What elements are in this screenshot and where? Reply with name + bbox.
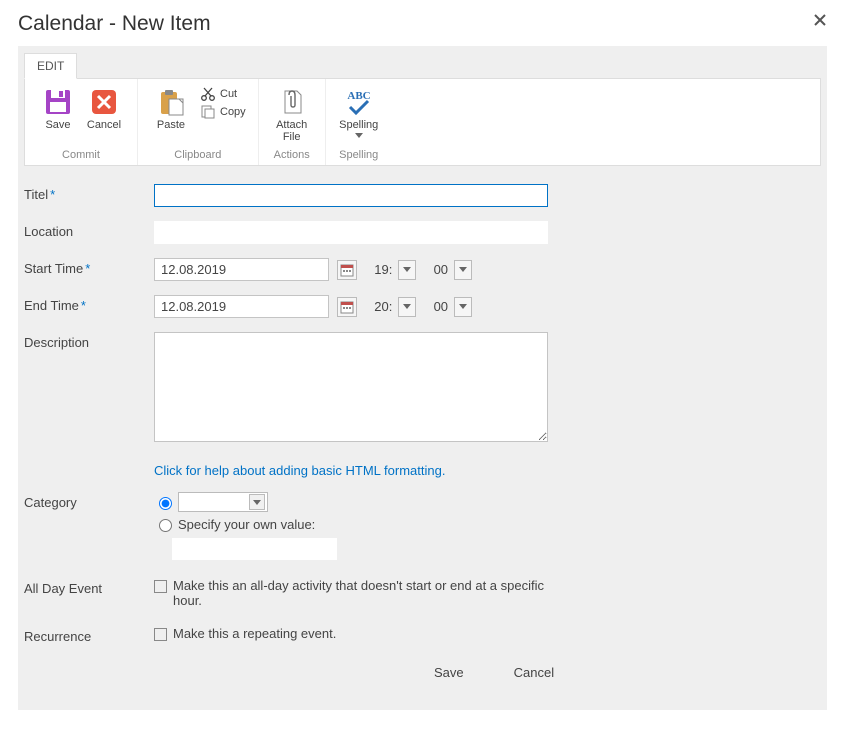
required-marker: *: [50, 187, 55, 202]
category-radio-own[interactable]: [159, 519, 172, 532]
spelling-button[interactable]: ABC Spelling: [336, 85, 382, 140]
end-min-value: 00: [434, 299, 448, 314]
save-icon: [43, 87, 73, 117]
attach-file-button[interactable]: Attach File: [269, 85, 315, 145]
close-button[interactable]: [813, 12, 827, 30]
attach-label-1: Attach: [276, 119, 307, 131]
start-date-input[interactable]: [154, 258, 329, 281]
location-input[interactable]: [154, 221, 548, 244]
save-button[interactable]: Save: [35, 85, 81, 133]
ribbon-group-label-spelling: Spelling: [336, 149, 382, 161]
cancel-button[interactable]: Cancel: [81, 85, 127, 133]
category-label: Category: [24, 492, 154, 510]
ribbon-group-actions: Attach File Actions: [259, 79, 326, 165]
cut-button[interactable]: Cut: [198, 85, 239, 103]
chevron-down-icon: [459, 304, 467, 309]
description-input[interactable]: [154, 332, 548, 442]
spelling-label: Spelling: [339, 119, 378, 131]
end-time-label: End Time*: [24, 295, 154, 313]
required-marker: *: [81, 298, 86, 313]
category-radio-select[interactable]: [159, 497, 172, 510]
chevron-down-icon: [459, 267, 467, 272]
save-label: Save: [45, 119, 70, 131]
copy-label: Copy: [220, 106, 246, 118]
attach-icon: [277, 87, 307, 117]
end-hour-select[interactable]: [398, 297, 416, 317]
end-time-label-text: End Time: [24, 298, 79, 313]
required-marker: *: [85, 261, 90, 276]
ribbon-group-commit: Save Cancel Commit: [25, 79, 138, 165]
recurrence-checkbox[interactable]: [154, 628, 167, 641]
html-help-link[interactable]: Click for help about adding basic HTML f…: [154, 463, 445, 478]
footer-save-button[interactable]: Save: [434, 665, 464, 680]
allday-label: All Day Event: [24, 578, 154, 596]
title-label: Titel*: [24, 184, 154, 202]
recurrence-text: Make this a repeating event.: [173, 626, 336, 641]
copy-icon: [200, 104, 216, 120]
end-date-input[interactable]: [154, 295, 329, 318]
category-own-label: Specify your own value:: [178, 517, 315, 532]
recurrence-label: Recurrence: [24, 626, 154, 644]
form: Titel* Location Start Time*: [18, 166, 827, 710]
title-input[interactable]: [154, 184, 548, 207]
paste-icon: [156, 87, 186, 117]
start-hour-select[interactable]: [398, 260, 416, 280]
paste-button[interactable]: Paste: [148, 85, 194, 133]
end-date-picker[interactable]: [337, 297, 357, 317]
category-select[interactable]: [178, 492, 268, 512]
description-label: Description: [24, 332, 154, 350]
ribbon: Save Cancel Commit: [24, 78, 821, 166]
close-icon: [813, 13, 827, 27]
spelling-icon: ABC: [342, 87, 376, 117]
ribbon-group-label-actions: Actions: [269, 149, 315, 161]
start-time-label: Start Time*: [24, 258, 154, 276]
footer-cancel-button[interactable]: Cancel: [514, 665, 554, 680]
start-date-picker[interactable]: [337, 260, 357, 280]
category-own-input[interactable]: [172, 538, 337, 560]
start-hour-value: 19:: [374, 262, 392, 277]
ribbon-group-spelling: ABC Spelling Spelling: [326, 79, 392, 165]
chevron-down-icon: [355, 133, 363, 138]
calendar-icon: [340, 263, 354, 277]
ribbon-group-label-clipboard: Clipboard: [148, 149, 248, 161]
cancel-label: Cancel: [87, 119, 121, 131]
end-min-select[interactable]: [454, 297, 472, 317]
end-hour-value: 20:: [374, 299, 392, 314]
attach-label-2: File: [283, 131, 301, 143]
paste-label: Paste: [157, 119, 185, 131]
cancel-icon: [89, 87, 119, 117]
location-label: Location: [24, 221, 154, 239]
calendar-icon: [340, 300, 354, 314]
start-min-select[interactable]: [454, 260, 472, 280]
chevron-down-icon: [403, 304, 411, 309]
dialog-title: Calendar - New Item: [18, 12, 211, 36]
allday-checkbox[interactable]: [154, 580, 167, 593]
cut-icon: [200, 86, 216, 102]
copy-button[interactable]: Copy: [198, 103, 248, 121]
tab-edit[interactable]: EDIT: [24, 53, 77, 79]
cut-label: Cut: [220, 88, 237, 100]
start-min-value: 00: [434, 262, 448, 277]
ribbon-group-label-commit: Commit: [35, 149, 127, 161]
allday-text: Make this an all-day activity that doesn…: [173, 578, 554, 608]
start-time-label-text: Start Time: [24, 261, 83, 276]
chevron-down-icon: [403, 267, 411, 272]
ribbon-group-clipboard: Paste Cut: [138, 79, 259, 165]
chevron-down-icon: [253, 500, 261, 505]
title-label-text: Titel: [24, 187, 48, 202]
